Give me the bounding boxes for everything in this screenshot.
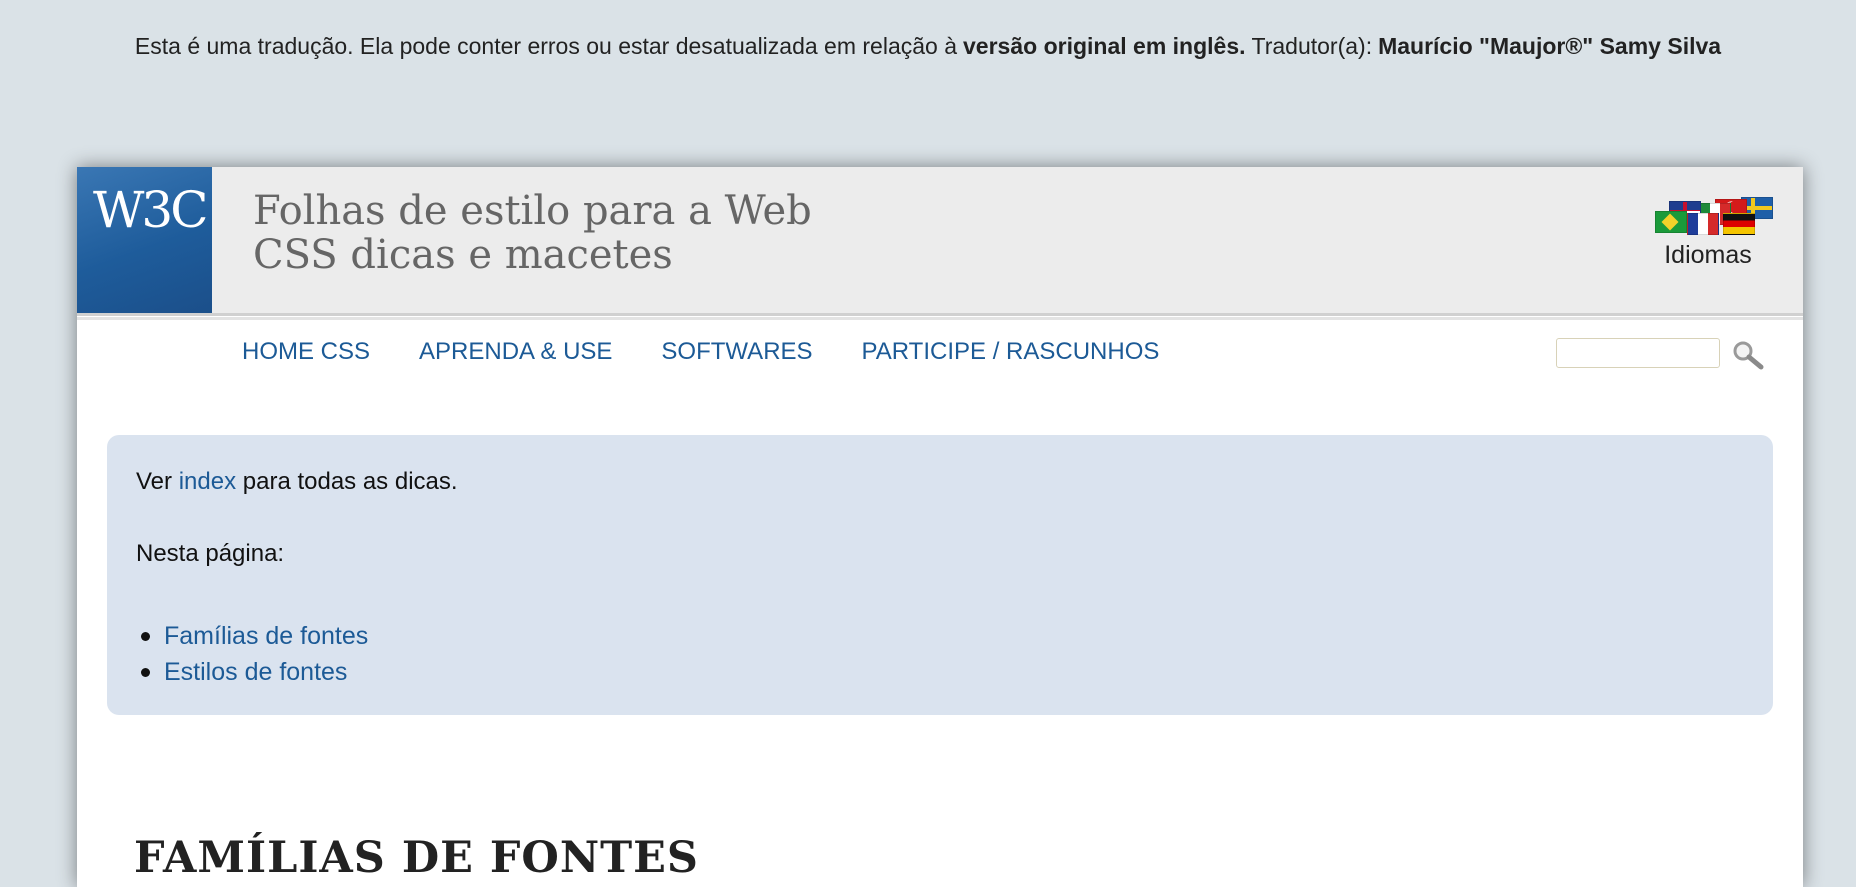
toc-link-font-families[interactable]: Famílias de fontes bbox=[164, 622, 368, 650]
flags-icon bbox=[1643, 193, 1773, 237]
index-link[interactable]: index bbox=[179, 468, 236, 495]
toc-item: Estilos de fontes bbox=[136, 654, 368, 690]
see-prefix: Ver bbox=[136, 468, 173, 495]
nav-item-participe-rascunhos[interactable]: PARTICIPE / RASCUNHOS bbox=[862, 338, 1160, 366]
nav-items: HOME CSS APRENDA & USE SOFTWARES PARTICI… bbox=[242, 338, 1208, 366]
section-heading: FAMÍLIAS DE FONTES bbox=[134, 832, 699, 883]
see-suffix: para todas as dicas. bbox=[242, 468, 458, 495]
main-nav: HOME CSS APRENDA & USE SOFTWARES PARTICI… bbox=[77, 317, 1803, 392]
site-title-line1: Folhas de estilo para a Web bbox=[253, 188, 812, 234]
header-banner: W3C Folhas de estilo para a Web CSS dica… bbox=[77, 167, 1803, 316]
toc-item: Famílias de fontes bbox=[136, 618, 368, 654]
w3c-logo-text: W3C bbox=[93, 181, 208, 239]
flag-france-icon bbox=[1687, 213, 1719, 235]
on-page-label: Nesta página: bbox=[136, 540, 285, 567]
translator-label: Tradutor(a): bbox=[1251, 33, 1373, 59]
translation-notice-text: Esta é uma tradução. Ela pode conter err… bbox=[134, 33, 958, 59]
main-page: W3C Folhas de estilo para a Web CSS dica… bbox=[77, 167, 1803, 887]
nav-item-aprenda-use[interactable]: APRENDA & USE bbox=[419, 338, 612, 366]
site-title-line2: CSS dicas e macetes bbox=[253, 232, 673, 278]
original-version-link[interactable]: versão original em inglês. bbox=[963, 33, 1246, 59]
site-title: Folhas de estilo para a Web CSS dicas e … bbox=[253, 189, 812, 277]
search-input[interactable] bbox=[1556, 338, 1720, 368]
languages-menu[interactable]: Idiomas bbox=[1643, 193, 1773, 270]
see-index-line: Ver index para todas as dicas. bbox=[136, 468, 458, 496]
flag-germany-icon bbox=[1723, 213, 1755, 235]
table-of-contents: Famílias de fontes Estilos de fontes bbox=[136, 618, 368, 690]
translator-name: Maurício "Maujor®" Samy Silva bbox=[1378, 33, 1722, 59]
flag-brazil-icon bbox=[1655, 211, 1687, 233]
toc-link-font-styles[interactable]: Estilos de fontes bbox=[164, 658, 347, 686]
languages-label: Idiomas bbox=[1664, 241, 1752, 269]
tips-info-box: Ver index para todas as dicas. Nesta pág… bbox=[107, 435, 1773, 715]
translation-notice: Esta é uma tradução. Ela pode conter err… bbox=[0, 30, 1856, 62]
nav-item-softwares[interactable]: SOFTWARES bbox=[661, 338, 812, 366]
w3c-logo[interactable]: W3C bbox=[77, 167, 212, 313]
nav-item-home-css[interactable]: HOME CSS bbox=[242, 338, 370, 366]
search-icon[interactable] bbox=[1731, 340, 1765, 370]
